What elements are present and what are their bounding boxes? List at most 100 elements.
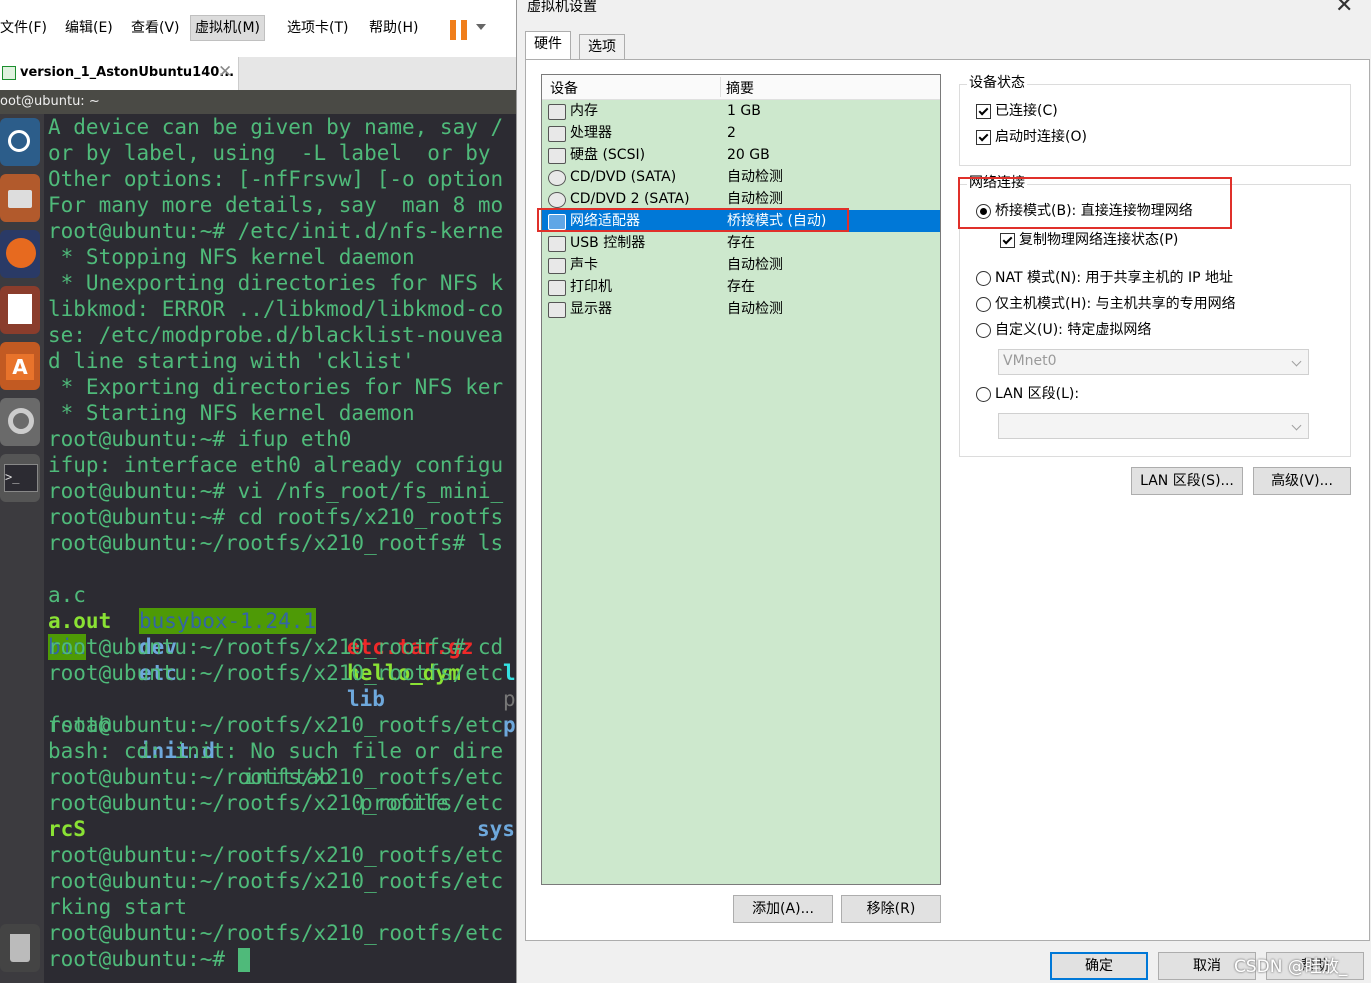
connect-on-start-label[interactable]: 启动时连接(O) bbox=[995, 127, 1087, 147]
device-list[interactable]: 设备 摘要 内存 1 GB 处理器 2 硬盘 (SCSI) 20 GB CD/D… bbox=[541, 74, 941, 885]
vm-icon bbox=[2, 66, 16, 80]
host-only-label[interactable]: 仅主机模式(H): 与主机共享的专用网络 bbox=[995, 294, 1236, 314]
ls-entry: p bbox=[503, 713, 516, 737]
device-name: CD/DVD 2 (SATA) bbox=[570, 191, 690, 207]
terminal-title: oot@ubuntu: ~ bbox=[0, 94, 100, 109]
terminal-line: or by label, using -L label or by bbox=[48, 141, 504, 165]
trash-icon[interactable] bbox=[0, 924, 40, 972]
terminal-line: * Exporting directories for NFS ker bbox=[48, 375, 504, 399]
nat-label[interactable]: NAT 模式(N): 用于共享主机的 IP 地址 bbox=[995, 268, 1233, 288]
device-row-processor[interactable]: 处理器 2 bbox=[542, 122, 940, 144]
pause-icon[interactable] bbox=[450, 18, 470, 42]
chevron-down-icon bbox=[1291, 420, 1302, 431]
terminal-line: root@ubuntu:~# vi /nfs_root/fs_mini_ bbox=[48, 479, 504, 503]
terminal-line: root@ubuntu:~/rootfs/x210_rootfs/etc bbox=[48, 765, 504, 789]
impress-icon[interactable] bbox=[0, 286, 40, 334]
menu-tabs[interactable]: 选项卡(T) bbox=[283, 16, 352, 40]
close-icon[interactable]: ✕ bbox=[218, 61, 232, 83]
replicate-state-label[interactable]: 复制物理网络连接状态(P) bbox=[1019, 230, 1178, 250]
annotation-highlight bbox=[537, 208, 849, 232]
vm-tab[interactable]: version_1_AstonUbuntu140... ✕ bbox=[0, 57, 239, 90]
device-status-group bbox=[959, 84, 1351, 166]
device-row-memory[interactable]: 内存 1 GB bbox=[542, 100, 940, 122]
lan-segment-select[interactable] bbox=[998, 413, 1309, 439]
connect-on-start-checkbox[interactable] bbox=[976, 130, 991, 145]
host-only-radio[interactable] bbox=[976, 297, 991, 312]
files-icon[interactable] bbox=[0, 174, 40, 222]
menu-view[interactable]: 查看(V) bbox=[127, 16, 184, 40]
device-row-printer[interactable]: 打印机 存在 bbox=[542, 276, 940, 298]
ok-button[interactable]: 确定 bbox=[1050, 952, 1148, 980]
custom-label[interactable]: 自定义(U): 特定虚拟网络 bbox=[995, 320, 1151, 340]
terminal-line: rking start bbox=[48, 895, 188, 919]
terminal-line: ifup: interface eth0 already configu bbox=[48, 453, 504, 477]
tab-hardware[interactable]: 硬件 bbox=[525, 31, 571, 61]
close-icon[interactable]: ✕ bbox=[1335, 0, 1353, 18]
device-name: 声卡 bbox=[570, 257, 598, 273]
terminal-output[interactable]: A device can be given by name, say / or … bbox=[44, 114, 520, 983]
chevron-down-icon[interactable] bbox=[476, 24, 486, 30]
menu-edit[interactable]: 编辑(E) bbox=[61, 16, 117, 40]
ubuntu-dash-icon[interactable] bbox=[0, 118, 40, 166]
settings-icon[interactable] bbox=[0, 398, 40, 446]
device-summary: 1 GB bbox=[727, 103, 761, 119]
terminal-line: root@ubuntu:~# cd rootfs/x210_rootfs bbox=[48, 505, 504, 529]
menu-vm[interactable]: 虚拟机(M) bbox=[190, 15, 266, 41]
device-row-cdrom-2[interactable]: CD/DVD 2 (SATA) 自动检测 bbox=[542, 188, 940, 210]
terminal-line: * Unexporting directories for NFS k bbox=[48, 271, 504, 295]
terminal-line: root@ubuntu:~/rootfs/x210_rootfs/etc bbox=[48, 791, 504, 815]
cdrom-icon bbox=[548, 192, 566, 208]
replicate-state-checkbox[interactable] bbox=[1000, 233, 1015, 248]
terminal-line: * Starting NFS kernel daemon bbox=[48, 401, 415, 425]
device-row-usb[interactable]: USB 控制器 存在 bbox=[542, 232, 940, 254]
device-row-sound[interactable]: 声卡 自动检测 bbox=[542, 254, 940, 276]
usb-icon bbox=[548, 236, 566, 252]
tab-options[interactable]: 选项 bbox=[579, 34, 625, 61]
device-name: CD/DVD (SATA) bbox=[570, 169, 677, 185]
terminal-line: root@ubuntu:~/rootfs/x210_rootfs/etc bbox=[48, 661, 504, 685]
lan-segments-button[interactable]: LAN 区段(S)... bbox=[1131, 467, 1243, 495]
device-column-header[interactable]: 设备 bbox=[550, 78, 578, 98]
custom-network-value: VMnet0 bbox=[1003, 353, 1057, 369]
device-row-display[interactable]: 显示器 自动检测 bbox=[542, 298, 940, 320]
terminal-line: bin etc lib p bbox=[48, 608, 520, 737]
device-list-header: 设备 摘要 bbox=[542, 75, 940, 100]
connected-checkbox[interactable] bbox=[976, 104, 991, 119]
custom-network-select[interactable]: VMnet0 bbox=[998, 349, 1309, 375]
device-row-harddisk[interactable]: 硬盘 (SCSI) 20 GB bbox=[542, 144, 940, 166]
terminal-line: a.c busybox-1.24.1 etc.tar.gz l bbox=[48, 556, 520, 685]
lan-segment-label[interactable]: LAN 区段(L): bbox=[995, 384, 1079, 404]
device-name: 显示器 bbox=[570, 301, 612, 317]
terminal-line: root@ubuntu:~/rootfs/x210_rootfs# ls bbox=[48, 531, 504, 555]
lan-segment-radio[interactable] bbox=[976, 387, 991, 402]
advanced-button[interactable]: 高级(V)... bbox=[1253, 467, 1351, 495]
terminal-line: d line starting with 'cklist' bbox=[48, 349, 415, 373]
terminal-icon[interactable]: >_ bbox=[0, 454, 40, 502]
custom-radio[interactable] bbox=[976, 323, 991, 338]
menu-help[interactable]: 帮助(H) bbox=[365, 16, 422, 40]
menu-file[interactable]: 文件(F) bbox=[0, 16, 51, 40]
add-device-button[interactable]: 添加(A)... bbox=[733, 895, 833, 923]
nat-radio[interactable] bbox=[976, 271, 991, 286]
terminal-line: se: /etc/modprobe.d/blacklist-nouvea bbox=[48, 323, 504, 347]
sound-icon bbox=[548, 258, 566, 274]
software-center-icon[interactable]: A bbox=[0, 342, 40, 390]
remove-device-button[interactable]: 移除(R) bbox=[841, 895, 941, 923]
terminal-line: root@ubuntu:~/rootfs/x210_rootfs/etc bbox=[48, 869, 504, 893]
device-name: 内存 bbox=[570, 103, 598, 119]
menu-bar: 文件(F) 编辑(E) 查看(V) 虚拟机(M) 选项卡(T) 帮助(H) bbox=[0, 8, 520, 48]
firefox-icon[interactable] bbox=[0, 230, 40, 278]
device-name: 处理器 bbox=[570, 125, 612, 141]
device-row-cdrom[interactable]: CD/DVD (SATA) 自动检测 bbox=[542, 166, 940, 188]
terminal-line: root@ubuntu:~/rootfs/x210_rootfs/etc bbox=[48, 843, 504, 867]
terminal-line: * Stopping NFS kernel daemon bbox=[48, 245, 415, 269]
terminal-line: a.out dev hello_dym p bbox=[48, 582, 520, 711]
column-divider[interactable] bbox=[720, 77, 721, 97]
watermark: CSDN @眭放_ bbox=[1234, 957, 1348, 977]
summary-column-header[interactable]: 摘要 bbox=[726, 78, 754, 98]
annotation-highlight bbox=[958, 177, 1232, 229]
terminal-line: root@ubuntu:~# /etc/init.d/nfs-kerne bbox=[48, 219, 504, 243]
terminal-line: root@ubuntu:~# bbox=[48, 947, 238, 971]
connected-label[interactable]: 已连接(C) bbox=[995, 101, 1058, 121]
chevron-down-icon bbox=[1291, 356, 1302, 367]
